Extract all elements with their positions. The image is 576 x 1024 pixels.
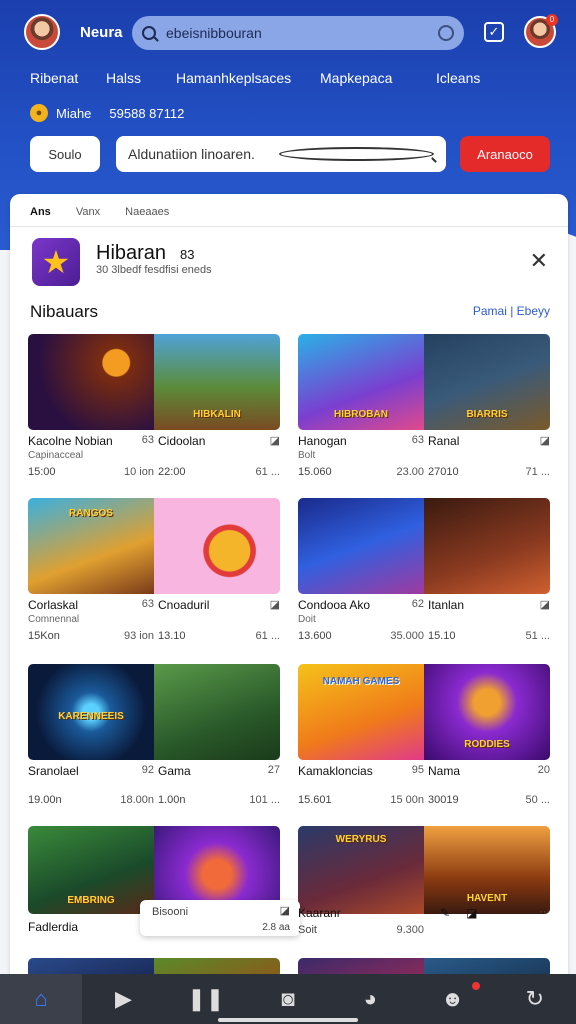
bookmark-icon: ◪ xyxy=(466,906,478,920)
nav-item[interactable]: Hamanhkeplsaces xyxy=(176,70,291,86)
game-caption: Corlaskal 63 Comnennal 15Kon 93 ion Cnoadu… xyxy=(28,598,280,642)
category-nav: Ribenat Halss Hamanhkeplsaces Mapkepaca … xyxy=(0,70,576,92)
game-art xyxy=(154,498,280,594)
game-thumbnail-pair[interactable]: HIBKALIN xyxy=(28,334,280,430)
tab-item[interactable]: Ans xyxy=(30,206,51,218)
search-icon xyxy=(142,26,156,40)
bookmark-icon: ◪ xyxy=(269,435,280,447)
section-title: Nibauars xyxy=(30,302,99,321)
bookmark-icon: ◪ xyxy=(279,905,290,917)
game-thumbnail-pair[interactable]: NAMAH GAMES RODDIES xyxy=(298,664,550,760)
bookmark-icon: ◪ xyxy=(269,599,280,611)
play-icon[interactable]: ▶ xyxy=(82,974,164,1024)
game-art: WERYRUS xyxy=(298,826,424,914)
game-thumbnail-pair[interactable]: KARENNEEIS xyxy=(28,664,280,760)
notification-badge: 0 xyxy=(546,14,558,26)
game-art: RANGOS xyxy=(28,498,154,594)
nav-item[interactable]: Ribenat xyxy=(30,70,78,86)
app-subtitle: 30 3lbedf fesdfisi eneds xyxy=(96,264,212,276)
game-thumbnail-pair[interactable]: RANGOS xyxy=(28,498,280,594)
game-caption: Hanogan 63 Bolt 15.060 23.00 Ranal ◪ 27010 7… xyxy=(298,434,550,478)
game-art: HAVENT xyxy=(424,826,550,914)
game-art: EMBRING xyxy=(28,826,154,914)
game-art xyxy=(28,334,154,430)
coin-balance: ● Miahe 59588 87112 xyxy=(30,104,184,122)
app-title: Hibaran 83 xyxy=(96,242,195,264)
section-links[interactable]: Pamai | Ebeyy xyxy=(473,304,550,318)
profile-icon[interactable]: ☻ xyxy=(411,974,493,1024)
refresh-icon[interactable]: ↻ xyxy=(494,974,576,1024)
camera-icon[interactable]: ◙ xyxy=(247,974,329,1024)
game-caption: Kacolne Nobian 63 Capinacceal 15:00 10 ion… xyxy=(28,434,280,478)
store-search-field[interactable]: Aldunatiion linoaren. xyxy=(116,136,446,172)
game-art xyxy=(424,498,550,594)
tab-item[interactable]: Naeaaes xyxy=(125,206,169,218)
search-icon xyxy=(279,147,434,161)
game-art xyxy=(154,664,280,760)
nav-item[interactable]: Icleans xyxy=(436,70,480,86)
game-thumbnail-pair[interactable]: HIBROBAN BIARRIS xyxy=(298,334,550,430)
game-tooltip-card[interactable]: Bisooni ◪ 2.8 aa xyxy=(140,900,300,936)
game-art: BIARRIS xyxy=(424,334,550,430)
bottom-tab-bar: ⌂ ▶ ❚❚ ◙ ◕ ☻ ↻ xyxy=(0,974,576,1024)
game-caption: Condooa Ako 62 Doit 13.600 35.000 Itanlan ◪… xyxy=(298,598,550,642)
nav-item[interactable]: Halss xyxy=(106,70,141,86)
nav-item[interactable]: Mapkepaca xyxy=(320,70,392,86)
user-avatar[interactable] xyxy=(24,14,60,50)
game-art: KARENNEEIS xyxy=(28,664,154,760)
search-input[interactable] xyxy=(166,25,438,41)
game-thumbnail-pair[interactable]: WERYRUS HAVENT xyxy=(298,826,550,914)
voice-search-icon[interactable] xyxy=(438,25,454,41)
game-art xyxy=(298,498,424,594)
game-art: HIBROBAN xyxy=(298,334,424,430)
pause-icon[interactable]: ❚❚ xyxy=(165,974,247,1024)
check-square-icon[interactable]: ✓ xyxy=(484,22,504,42)
close-icon[interactable]: ✕ xyxy=(530,250,548,272)
store-search-placeholder: Aldunatiion linoaren. xyxy=(128,146,255,162)
coin-amount: 59588 87112 xyxy=(109,105,185,121)
star-app-icon: ★ xyxy=(32,238,80,286)
profile-avatar[interactable]: 0 xyxy=(524,14,558,48)
panel-tabs: Ans Vanx Naeaaes xyxy=(30,206,191,218)
bookmark-icon: ◪ xyxy=(539,435,550,447)
secondary-button[interactable]: Soulo xyxy=(30,136,100,172)
global-search[interactable] xyxy=(132,16,464,50)
coin-label: Miahe xyxy=(56,105,92,121)
game-art: HIBKALIN xyxy=(154,334,280,430)
divider xyxy=(10,226,568,227)
tab-item[interactable]: Vanx xyxy=(76,206,100,218)
game-caption: Kamakloncias 95 15.601 15 00n Nama 20 30019… xyxy=(298,764,550,806)
brand-name: Neura xyxy=(80,24,123,41)
game-caption: Sranolael 92 19.00n 18.00n Gama 27 1.00n 101… xyxy=(28,764,280,806)
home-icon[interactable]: ⌂ xyxy=(0,974,83,1024)
top-bar: Neura ✓ 0 xyxy=(0,0,576,64)
edit-icon: ✎ xyxy=(440,906,451,920)
game-art: RODDIES xyxy=(424,664,550,760)
store-panel: Ans Vanx Naeaaes ★ Hibaran 83 30 3lbedf f… xyxy=(10,194,568,994)
compass-icon[interactable]: ◕ xyxy=(329,974,411,1024)
game-art: NAMAH GAMES xyxy=(298,664,424,760)
game-thumbnail-pair[interactable] xyxy=(298,498,550,594)
notification-dot xyxy=(471,982,480,990)
primary-action-button[interactable]: Aranaoco xyxy=(460,136,550,172)
home-indicator xyxy=(218,1018,358,1022)
game-caption: Kaaranr Soit 9.300 ✎ ◪ ··· xyxy=(298,906,550,936)
bookmark-icon: ◪ xyxy=(539,599,550,611)
more-icon: ··· xyxy=(539,906,550,918)
coin-icon: ● xyxy=(30,104,48,122)
